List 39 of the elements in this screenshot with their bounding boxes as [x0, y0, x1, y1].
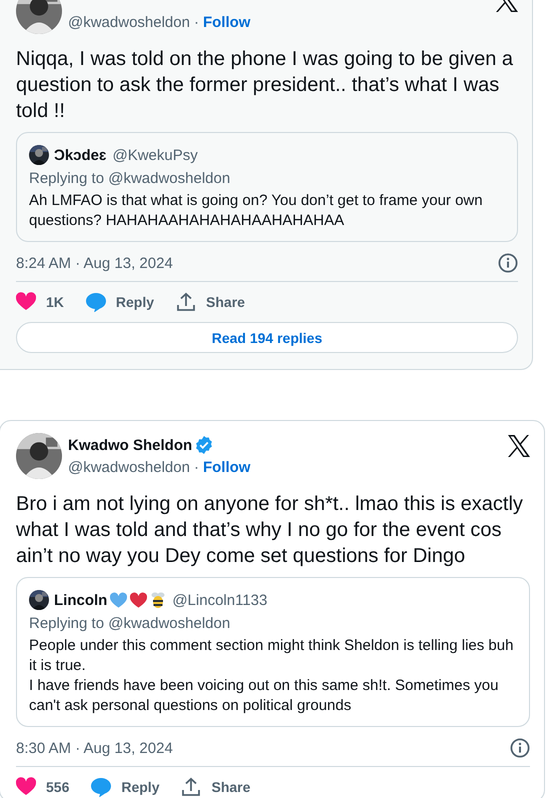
separator-dot: ·: [194, 458, 199, 476]
timestamp[interactable]: 8:24 AM · Aug 13, 2024: [16, 254, 173, 272]
quote-text: Ah LMFAO is that what is going on? You don’t get to frame your own questions? HAHAHAAHAHAHAHAAHAHAHAA: [29, 191, 484, 231]
author-handle[interactable]: @kwadwosheldon: [68, 458, 190, 476]
x-logo-icon[interactable]: [508, 435, 530, 457]
replying-to-text: Replying to @kwadwosheldon: [29, 615, 232, 632]
follow-link[interactable]: Follow: [202, 458, 250, 476]
quote-text: I have friends have been voicing out on this same sh!t. Sometimes you can't ask personal questions on political grounds: [29, 676, 500, 716]
quote-author-name: Lincoln: [54, 592, 108, 608]
share-button[interactable]: Share: [176, 292, 245, 312]
replying-to-text: Replying to @kwadwosheldon: [29, 170, 232, 187]
quote-author-name: Ɔkɔdeɛ: [54, 146, 106, 164]
quote-text: People under this comment section might think Sheldon is telling lies buh it is true.: [29, 636, 514, 676]
quoted-tweet[interactable]: [16, 577, 530, 727]
author-handle[interactable]: @kwadwosheldon: [68, 14, 190, 30]
separator-dot: ·: [194, 14, 199, 30]
follow-link[interactable]: Follow: [202, 14, 250, 30]
bee-icon: [150, 591, 166, 609]
share-icon: [181, 777, 202, 797]
share-icon: [176, 292, 196, 312]
quote-author-handle: @Lincoln1133: [172, 592, 268, 608]
read-replies-button[interactable]: Read 194 replies: [16, 322, 518, 353]
heart-icon: [16, 777, 36, 797]
like-button[interactable]: 1K: [16, 292, 64, 312]
heart-icon: [16, 292, 36, 312]
info-icon[interactable]: [510, 738, 530, 758]
author-name[interactable]: Kwadwo Sheldon: [68, 436, 192, 454]
like-button[interactable]: 556: [16, 777, 70, 797]
reply-button[interactable]: Reply: [86, 292, 154, 312]
quoted-tweet[interactable]: Ɔkɔdeɛ @KwekuPsy Replying to @kwadwosheldon Ah LMFAO is that what is going on? You don’t get to frame your own questions? HAHAHAAHAHAHAHAAHAHAHAA: [16, 132, 518, 242]
speech-bubble-icon: [91, 777, 112, 797]
quote-author-handle: @KwekuPsy: [112, 146, 198, 164]
info-icon[interactable]: [498, 253, 518, 273]
timestamp[interactable]: 8:30 AM · Aug 13, 2024: [16, 740, 173, 756]
tweet-text: Niqqa, I was told on the phone I was going to be given a question to ask the former president.. that’s what I was told !!: [16, 47, 514, 124]
share-button[interactable]: Share: [181, 777, 250, 797]
tweet-text: Bro i am not lying on anyone for sh*t.. lmao this is exactly what I was told and that’s why I no go for the event cos ain’t no way you Dey come set questions for Dingo: [16, 492, 524, 569]
reply-button[interactable]: Reply: [91, 777, 160, 797]
speech-bubble-icon: [86, 292, 106, 312]
